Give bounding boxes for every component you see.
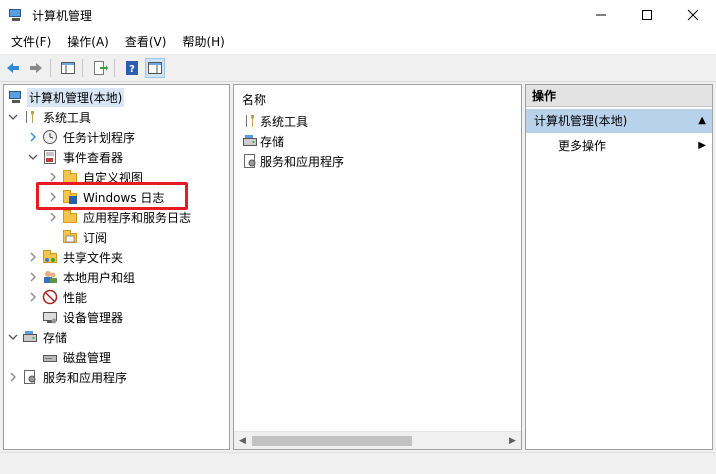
actions-section-computer-management[interactable]: 计算机管理(本地) ▲: [526, 109, 712, 133]
show-hide-console-tree-icon[interactable]: [58, 58, 78, 78]
horizontal-scrollbar[interactable]: ◀ ▶: [234, 431, 521, 449]
device-manager-icon: [42, 309, 58, 325]
chevron-right-icon[interactable]: [46, 210, 60, 224]
tree-label-performance: 性能: [63, 290, 88, 305]
tree-label-local-users: 本地用户和组: [63, 270, 136, 285]
chevron-right-icon[interactable]: [6, 370, 20, 384]
scroll-left-icon[interactable]: ◀: [234, 432, 251, 449]
list-item-label: 系统工具: [260, 114, 309, 129]
tree-label-task-scheduler: 任务计划程序: [63, 130, 136, 145]
tree-item-storage[interactable]: 存储: [6, 327, 69, 347]
toolbar: ?: [0, 55, 716, 82]
tree-label-root: 计算机管理(本地): [27, 87, 125, 107]
chevron-down-icon[interactable]: [6, 110, 20, 124]
tree-item-device-manager[interactable]: 设备管理器: [40, 307, 125, 327]
chevron-down-icon[interactable]: [6, 330, 20, 344]
status-bar: [0, 452, 716, 474]
forward-arrow-icon[interactable]: [26, 58, 46, 78]
users-icon: [42, 269, 58, 285]
services-icon: [22, 369, 38, 385]
toolbar-separator: [50, 59, 51, 77]
tree-item-services-apps[interactable]: 服务和应用程序: [6, 367, 129, 387]
computer-management-icon: [8, 7, 24, 23]
window-title: 计算机管理: [32, 8, 93, 23]
tree-label-system-tools: 系统工具: [43, 110, 92, 125]
tools-icon: [22, 109, 38, 125]
more-actions-item[interactable]: 更多操作: [558, 137, 606, 155]
tree-item-event-viewer[interactable]: 事件查看器: [26, 147, 125, 167]
results-pane: 名称 系统工具 存储 服务和应用程序 ◀ ▶: [233, 84, 522, 450]
close-button[interactable]: [670, 0, 716, 30]
title-bar: 计算机管理: [0, 0, 716, 30]
folder-icon: [62, 209, 78, 225]
column-header-name[interactable]: 名称: [242, 91, 266, 108]
menu-action[interactable]: 操作(A): [59, 32, 117, 52]
computer-icon: [8, 89, 24, 105]
scroll-right-icon[interactable]: ▶: [504, 432, 521, 449]
performance-icon: [42, 289, 58, 305]
list-item[interactable]: 存储: [242, 131, 284, 151]
event-viewer-icon: [42, 149, 58, 165]
tools-icon: [242, 113, 258, 129]
tree-label-disk-management: 磁盘管理: [63, 350, 112, 365]
actions-pane: 操作 计算机管理(本地) ▲ 更多操作 ▶: [525, 84, 713, 450]
help-icon[interactable]: ?: [122, 58, 142, 78]
tree-label-app-service-logs: 应用程序和服务日志: [83, 210, 192, 225]
tree-item-app-service-logs[interactable]: 应用程序和服务日志: [46, 207, 193, 227]
menu-bar: 文件(F) 操作(A) 查看(V) 帮助(H): [0, 30, 716, 54]
chevron-down-icon[interactable]: [26, 150, 40, 164]
console-tree-pane: 计算机管理(本地) 系统工具 任务计划程序 事件查看器 自定义视图 Window…: [3, 84, 230, 450]
menu-file[interactable]: 文件(F): [3, 32, 59, 52]
minimize-button[interactable]: [578, 0, 624, 30]
back-arrow-icon[interactable]: [3, 58, 23, 78]
tree-item-task-scheduler[interactable]: 任务计划程序: [26, 127, 137, 147]
export-list-icon[interactable]: [90, 58, 110, 78]
svg-text:?: ?: [129, 64, 135, 75]
actions-header: 操作: [526, 85, 712, 107]
tree-label-storage: 存储: [43, 330, 68, 345]
show-hide-action-pane-icon[interactable]: [145, 58, 165, 78]
tree-item-subscriptions[interactable]: 订阅: [60, 227, 109, 247]
disk-icon: [42, 349, 58, 365]
scrollbar-thumb[interactable]: [252, 436, 412, 446]
actions-section-label: 计算机管理(本地): [534, 114, 628, 128]
list-item[interactable]: 服务和应用程序: [242, 151, 344, 171]
tree-label-device-manager: 设备管理器: [63, 310, 124, 325]
menu-view[interactable]: 查看(V): [117, 32, 175, 52]
maximize-button[interactable]: [624, 0, 670, 30]
list-item[interactable]: 系统工具: [242, 111, 308, 131]
storage-icon: [242, 133, 258, 149]
tree-item-root[interactable]: 计算机管理(本地): [6, 87, 125, 107]
list-item-label: 服务和应用程序: [260, 154, 345, 169]
services-icon: [242, 153, 258, 169]
chevron-right-icon[interactable]: [26, 270, 40, 284]
chevron-right-icon[interactable]: [26, 290, 40, 304]
tree-item-performance[interactable]: 性能: [26, 287, 89, 307]
tree-item-disk-management[interactable]: 磁盘管理: [40, 347, 113, 367]
tree-item-local-users[interactable]: 本地用户和组: [26, 267, 137, 287]
tree-label-subscriptions: 订阅: [83, 230, 108, 245]
tree-label-event-viewer: 事件查看器: [63, 150, 124, 165]
toolbar-separator: [82, 59, 83, 77]
shared-folder-icon: [42, 249, 58, 265]
chevron-right-icon[interactable]: [26, 130, 40, 144]
clock-icon: [42, 129, 58, 145]
computer-management-window: 计算机管理 文件(F) 操作(A) 查看(V) 帮助(H) ? 计算机管理(本地…: [0, 0, 716, 474]
tree-label-services-apps: 服务和应用程序: [43, 370, 128, 385]
subscription-icon: [62, 229, 78, 245]
tree-item-shared-folders[interactable]: 共享文件夹: [26, 247, 125, 267]
collapse-up-icon[interactable]: ▲: [698, 109, 706, 133]
tree-label-shared-folders: 共享文件夹: [63, 250, 124, 265]
submenu-arrow-icon: ▶: [698, 140, 706, 151]
toolbar-separator: [114, 59, 115, 77]
chevron-right-icon[interactable]: [26, 250, 40, 264]
highlight-box: [36, 182, 188, 210]
menu-help[interactable]: 帮助(H): [174, 32, 232, 52]
tree-item-system-tools[interactable]: 系统工具: [6, 107, 93, 127]
storage-icon: [22, 329, 38, 345]
list-item-label: 存储: [260, 134, 285, 149]
